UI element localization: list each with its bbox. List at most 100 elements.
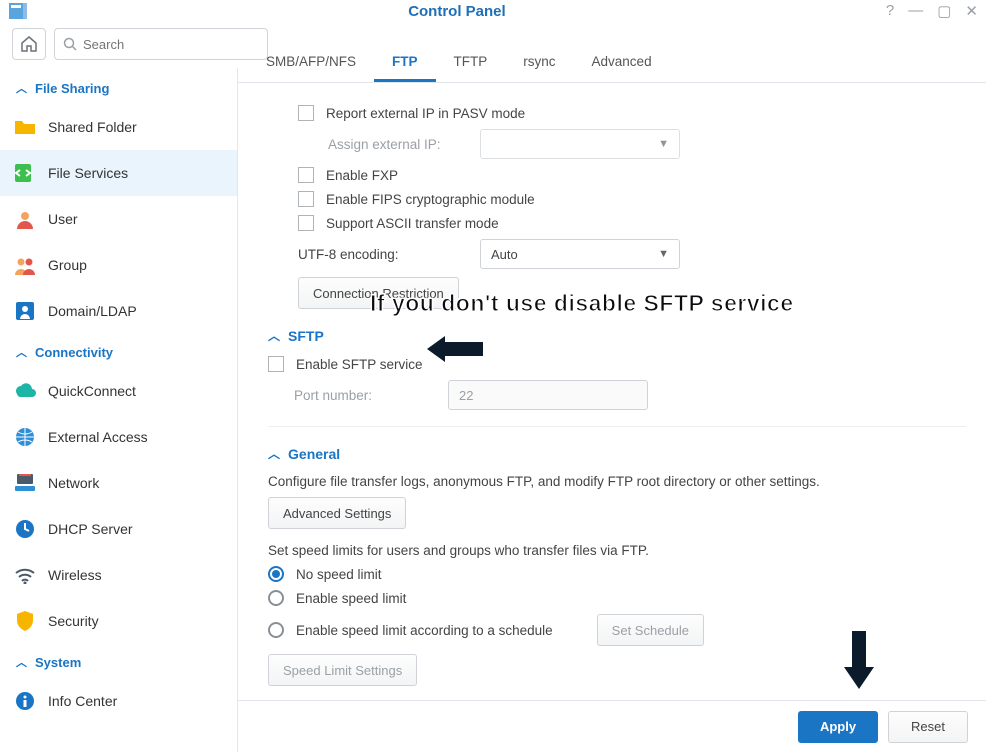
sidebar-item-label: Info Center xyxy=(48,693,117,709)
section-general[interactable]: ︿ General xyxy=(268,445,966,462)
maximize-button[interactable]: ▢ xyxy=(937,2,951,20)
search-icon xyxy=(63,37,77,51)
tab-rsync[interactable]: rsync xyxy=(505,44,573,82)
search-box[interactable] xyxy=(54,28,268,60)
label-port: Port number: xyxy=(294,388,436,403)
quickconnect-icon xyxy=(14,380,36,402)
sidebar-item-label: Network xyxy=(48,475,99,491)
section-title: General xyxy=(288,446,340,462)
shield-icon xyxy=(14,610,36,632)
sidebar-item-label: Wireless xyxy=(48,567,102,583)
group-icon xyxy=(14,254,36,276)
tabs: SMB/AFP/NFS FTP TFTP rsync Advanced xyxy=(238,44,986,83)
section-label: Connectivity xyxy=(35,345,113,360)
network-icon xyxy=(14,472,36,494)
chevron-up-icon: ︿ xyxy=(268,327,280,344)
sidebar-item-label: QuickConnect xyxy=(48,383,136,399)
label-ascii: Support ASCII transfer mode xyxy=(326,216,499,231)
chevron-up-icon: ︿ xyxy=(16,344,27,360)
select-value: Auto xyxy=(491,247,518,262)
sidebar-section-connectivity[interactable]: ︿ Connectivity xyxy=(0,334,237,368)
set-schedule-button: Set Schedule xyxy=(597,614,704,646)
checkbox-enable-sftp[interactable] xyxy=(268,356,284,372)
sidebar-item-shared-folder[interactable]: Shared Folder xyxy=(0,104,237,150)
radio-no-limit[interactable] xyxy=(268,566,284,582)
tab-smb[interactable]: SMB/AFP/NFS xyxy=(248,44,374,82)
section-label: File Sharing xyxy=(35,81,109,96)
checkbox-fips[interactable] xyxy=(298,191,314,207)
titlebar: Control Panel ? — ▢ ✕ xyxy=(0,0,986,22)
speed-limit-settings-button: Speed Limit Settings xyxy=(268,654,417,686)
label-fxp: Enable FXP xyxy=(326,168,398,183)
window-title: Control Panel xyxy=(28,3,886,20)
apply-button[interactable]: Apply xyxy=(798,711,878,743)
sidebar-item-security[interactable]: Security xyxy=(0,598,237,644)
chevron-down-icon: ▼ xyxy=(658,248,669,260)
sidebar: ︿ File Sharing Shared Folder File Servic… xyxy=(0,68,238,752)
close-button[interactable]: ✕ xyxy=(965,2,978,20)
info-icon xyxy=(14,690,36,712)
search-input[interactable] xyxy=(83,37,259,52)
domain-icon xyxy=(14,300,36,322)
label-fips: Enable FIPS cryptographic module xyxy=(326,192,535,207)
connection-restriction-button[interactable]: Connection Restriction xyxy=(298,277,459,309)
sidebar-item-label: External Access xyxy=(48,429,148,445)
dhcp-icon xyxy=(14,518,36,540)
wireless-icon xyxy=(14,564,36,586)
select-utf8[interactable]: Auto ▼ xyxy=(480,239,680,269)
sidebar-item-label: Group xyxy=(48,257,87,273)
sidebar-item-label: User xyxy=(48,211,78,227)
label-enable-sftp: Enable SFTP service xyxy=(296,357,423,372)
label-assign-ip: Assign external IP: xyxy=(328,137,468,152)
radio-enable-limit[interactable] xyxy=(268,590,284,606)
sidebar-item-external-access[interactable]: External Access xyxy=(0,414,237,460)
sidebar-section-file-sharing[interactable]: ︿ File Sharing xyxy=(0,70,237,104)
checkbox-ascii[interactable] xyxy=(298,215,314,231)
input-port xyxy=(448,380,648,410)
sidebar-item-label: Shared Folder xyxy=(48,119,137,135)
sidebar-item-label: Security xyxy=(48,613,99,629)
sidebar-item-wireless[interactable]: Wireless xyxy=(0,552,237,598)
checkbox-report-pasv[interactable] xyxy=(298,105,314,121)
sidebar-section-system[interactable]: ︿ System xyxy=(0,644,237,678)
label-utf8: UTF-8 encoding: xyxy=(298,247,468,262)
label-schedule-limit: Enable speed limit according to a schedu… xyxy=(296,623,553,638)
section-label: System xyxy=(35,655,81,670)
reset-button[interactable]: Reset xyxy=(888,711,968,743)
speed-desc: Set speed limits for users and groups wh… xyxy=(268,543,649,558)
sidebar-item-group[interactable]: Group xyxy=(0,242,237,288)
sidebar-item-domain-ldap[interactable]: Domain/LDAP xyxy=(0,288,237,334)
folder-icon xyxy=(14,116,36,138)
chevron-up-icon: ︿ xyxy=(16,80,27,96)
chevron-down-icon: ▼ xyxy=(658,138,669,150)
tab-ftp[interactable]: FTP xyxy=(374,44,436,82)
user-icon xyxy=(14,208,36,230)
minimize-button[interactable]: — xyxy=(908,2,923,20)
advanced-settings-button[interactable]: Advanced Settings xyxy=(268,497,406,529)
file-services-icon xyxy=(14,162,36,184)
tab-advanced[interactable]: Advanced xyxy=(574,44,670,82)
globe-icon xyxy=(14,426,36,448)
checkbox-fxp[interactable] xyxy=(298,167,314,183)
tab-tftp[interactable]: TFTP xyxy=(436,44,506,82)
select-assign-ip[interactable]: ▼ xyxy=(480,129,680,159)
sidebar-item-network[interactable]: Network xyxy=(0,460,237,506)
general-desc: Configure file transfer logs, anonymous … xyxy=(268,474,820,489)
radio-schedule-limit[interactable] xyxy=(268,622,284,638)
sidebar-item-quickconnect[interactable]: QuickConnect xyxy=(0,368,237,414)
section-title: SFTP xyxy=(288,328,324,344)
section-sftp[interactable]: ︿ SFTP xyxy=(268,327,966,344)
chevron-up-icon: ︿ xyxy=(268,445,280,462)
sidebar-item-dhcp-server[interactable]: DHCP Server xyxy=(0,506,237,552)
sidebar-item-info-center[interactable]: Info Center xyxy=(0,678,237,724)
footer: Apply Reset xyxy=(238,700,986,752)
help-icon[interactable]: ? xyxy=(886,2,894,20)
label-report-pasv: Report external IP in PASV mode xyxy=(326,106,525,121)
sidebar-item-file-services[interactable]: File Services xyxy=(0,150,237,196)
sidebar-item-label: Domain/LDAP xyxy=(48,303,137,319)
label-enable-limit: Enable speed limit xyxy=(296,591,406,606)
home-button[interactable] xyxy=(12,28,46,60)
home-icon xyxy=(20,35,38,53)
sidebar-item-user[interactable]: User xyxy=(0,196,237,242)
label-no-limit: No speed limit xyxy=(296,567,382,582)
